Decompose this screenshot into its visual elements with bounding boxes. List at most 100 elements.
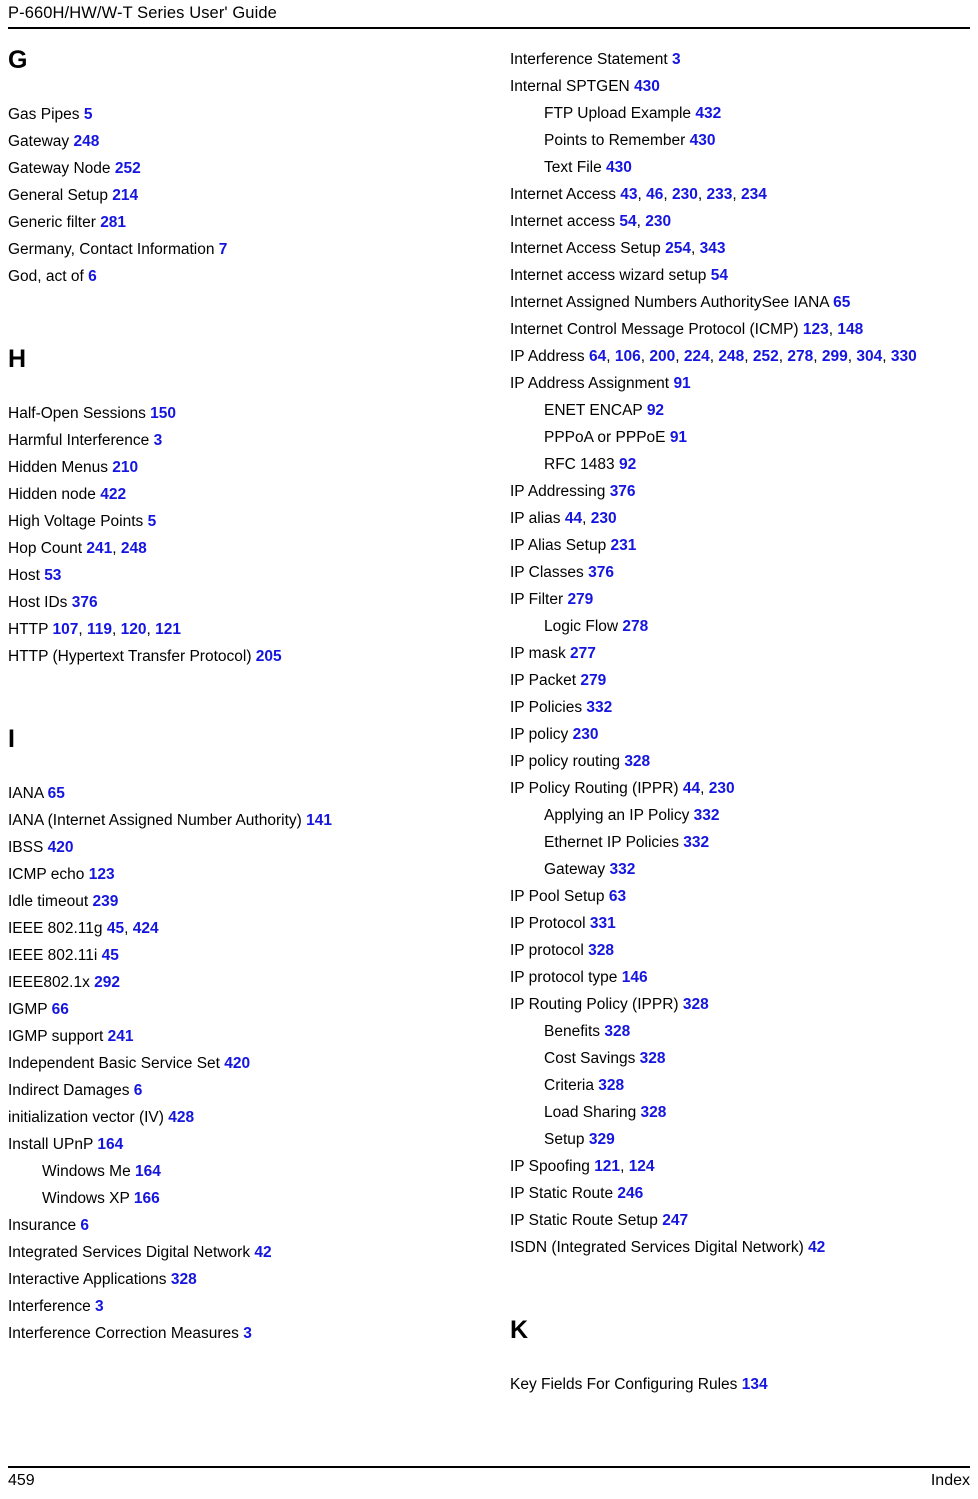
index-page-reference[interactable]: 164 [135, 1163, 161, 1180]
index-page-reference[interactable]: 281 [100, 214, 126, 231]
index-page-reference[interactable]: 3 [95, 1298, 104, 1315]
index-page-reference[interactable]: 424 [133, 920, 159, 937]
index-page-reference[interactable]: 328 [624, 753, 650, 770]
index-page-reference[interactable]: 121 [155, 621, 181, 638]
index-page-reference[interactable]: 107 [53, 621, 79, 638]
index-page-reference[interactable]: 239 [92, 893, 118, 910]
index-page-reference[interactable]: 248 [718, 348, 744, 365]
index-page-reference[interactable]: 376 [610, 483, 636, 500]
index-page-reference[interactable]: 304 [856, 348, 882, 365]
index-page-reference[interactable]: 106 [615, 348, 641, 365]
index-page-reference[interactable]: 205 [256, 648, 282, 665]
index-page-reference[interactable]: 214 [112, 187, 138, 204]
index-page-reference[interactable]: 3 [243, 1325, 252, 1342]
index-page-reference[interactable]: 121 [594, 1158, 620, 1175]
index-page-reference[interactable]: 420 [48, 839, 74, 856]
index-page-reference[interactable]: 230 [709, 780, 735, 797]
index-page-reference[interactable]: 247 [662, 1212, 688, 1229]
index-page-reference[interactable]: 64 [589, 348, 606, 365]
index-page-reference[interactable]: 224 [684, 348, 710, 365]
index-page-reference[interactable]: 248 [73, 133, 99, 150]
index-page-reference[interactable]: 248 [121, 540, 147, 557]
index-page-reference[interactable]: 332 [683, 834, 709, 851]
index-page-reference[interactable]: 230 [573, 726, 599, 743]
index-page-reference[interactable]: 141 [306, 812, 332, 829]
index-page-reference[interactable]: 428 [168, 1109, 194, 1126]
index-page-reference[interactable]: 42 [254, 1244, 271, 1261]
index-page-reference[interactable]: 329 [589, 1131, 615, 1148]
index-page-reference[interactable]: 420 [224, 1055, 250, 1072]
index-page-reference[interactable]: 277 [570, 645, 596, 662]
index-page-reference[interactable]: 66 [52, 1001, 69, 1018]
index-page-reference[interactable]: 150 [150, 405, 176, 422]
index-page-reference[interactable]: 7 [219, 241, 228, 258]
index-page-reference[interactable]: 230 [645, 213, 671, 230]
index-page-reference[interactable]: 328 [598, 1077, 624, 1094]
index-page-reference[interactable]: 430 [606, 159, 632, 176]
index-page-reference[interactable]: 200 [649, 348, 675, 365]
index-page-reference[interactable]: 123 [803, 321, 829, 338]
index-page-reference[interactable]: 241 [86, 540, 112, 557]
index-page-reference[interactable]: 53 [44, 567, 61, 584]
index-page-reference[interactable]: 299 [822, 348, 848, 365]
index-page-reference[interactable]: 46 [646, 186, 663, 203]
index-page-reference[interactable]: 65 [833, 294, 850, 311]
index-page-reference[interactable]: 148 [837, 321, 863, 338]
index-page-reference[interactable]: 5 [148, 513, 157, 530]
index-page-reference[interactable]: 376 [588, 564, 614, 581]
index-page-reference[interactable]: 45 [102, 947, 119, 964]
index-page-reference[interactable]: 233 [707, 186, 733, 203]
index-page-reference[interactable]: 119 [87, 621, 112, 638]
index-page-reference[interactable]: 91 [673, 375, 690, 392]
index-page-reference[interactable]: 241 [108, 1028, 134, 1045]
index-page-reference[interactable]: 331 [590, 915, 616, 932]
index-page-reference[interactable]: 6 [88, 268, 97, 285]
index-page-reference[interactable]: 5 [84, 106, 93, 123]
index-page-reference[interactable]: 376 [72, 594, 98, 611]
index-page-reference[interactable]: 328 [588, 942, 614, 959]
index-page-reference[interactable]: 279 [567, 591, 593, 608]
index-page-reference[interactable]: 252 [753, 348, 779, 365]
index-page-reference[interactable]: 146 [622, 969, 648, 986]
index-page-reference[interactable]: 54 [619, 213, 636, 230]
index-page-reference[interactable]: 328 [683, 996, 709, 1013]
index-page-reference[interactable]: 210 [112, 459, 138, 476]
index-page-reference[interactable]: 330 [891, 348, 917, 365]
index-page-reference[interactable]: 230 [672, 186, 698, 203]
index-page-reference[interactable]: 279 [580, 672, 606, 689]
index-page-reference[interactable]: 3 [672, 51, 681, 68]
index-page-reference[interactable]: 92 [647, 402, 664, 419]
index-page-reference[interactable]: 234 [741, 186, 767, 203]
index-page-reference[interactable]: 91 [670, 429, 687, 446]
index-page-reference[interactable]: 278 [787, 348, 813, 365]
index-page-reference[interactable]: 252 [115, 160, 141, 177]
index-page-reference[interactable]: 164 [97, 1136, 123, 1153]
index-page-reference[interactable]: 430 [690, 132, 716, 149]
index-page-reference[interactable]: 54 [711, 267, 728, 284]
index-page-reference[interactable]: 230 [591, 510, 617, 527]
index-page-reference[interactable]: 328 [604, 1023, 630, 1040]
index-page-reference[interactable]: 292 [94, 974, 120, 991]
index-page-reference[interactable]: 43 [620, 186, 637, 203]
index-page-reference[interactable]: 328 [641, 1104, 667, 1121]
index-page-reference[interactable]: 166 [134, 1190, 160, 1207]
index-page-reference[interactable]: 124 [629, 1158, 655, 1175]
index-page-reference[interactable]: 422 [100, 486, 126, 503]
index-page-reference[interactable]: 6 [134, 1082, 143, 1099]
index-page-reference[interactable]: 278 [622, 618, 648, 635]
index-page-reference[interactable]: 332 [609, 861, 635, 878]
index-page-reference[interactable]: 63 [609, 888, 626, 905]
index-page-reference[interactable]: 430 [634, 78, 660, 95]
index-page-reference[interactable]: 120 [121, 621, 147, 638]
index-page-reference[interactable]: 328 [640, 1050, 666, 1067]
index-page-reference[interactable]: 332 [694, 807, 720, 824]
index-page-reference[interactable]: 42 [808, 1239, 825, 1256]
index-page-reference[interactable]: 45 [107, 920, 124, 937]
index-page-reference[interactable]: 92 [619, 456, 636, 473]
index-page-reference[interactable]: 123 [89, 866, 115, 883]
index-page-reference[interactable]: 44 [565, 510, 582, 527]
index-page-reference[interactable]: 246 [617, 1185, 643, 1202]
index-page-reference[interactable]: 44 [683, 780, 700, 797]
index-page-reference[interactable]: 332 [586, 699, 612, 716]
index-page-reference[interactable]: 3 [154, 432, 163, 449]
